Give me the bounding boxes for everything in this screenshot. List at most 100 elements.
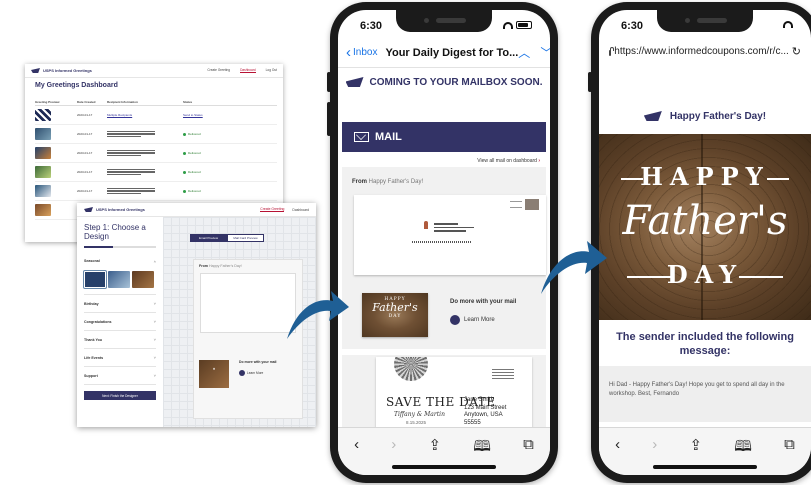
- back-to-inbox[interactable]: ‹ Inbox: [346, 44, 377, 61]
- category-congratulations[interactable]: Congratulations ˅: [84, 313, 156, 331]
- greeting-thumbnail[interactable]: [35, 166, 51, 178]
- wifi-icon: [503, 21, 513, 29]
- category-label: Support: [84, 373, 98, 378]
- tab-email-preview[interactable]: Email Preview: [190, 234, 227, 242]
- dashboard-brand: USPS Informed Greetings: [43, 68, 92, 73]
- url-text[interactable]: https://www.informedcoupons.com/r/c...: [614, 46, 789, 57]
- design-thumbnail[interactable]: [108, 271, 130, 288]
- category-seasonal[interactable]: Seasonal ˄: [84, 255, 156, 267]
- nav-create-greeting[interactable]: Create Greeting: [207, 68, 230, 73]
- row-status[interactable]: Send to Status: [183, 113, 277, 117]
- phone-email-digest: 6:30 ‹ Inbox Your Daily Digest for To... …: [327, 2, 558, 483]
- share-icon[interactable]: ⇪: [690, 436, 703, 475]
- col-preview: Greeting Preview: [35, 99, 60, 104]
- fathers-day-card-hero: HAPPY Father's DAY: [599, 134, 811, 320]
- greeting-thumbnail[interactable]: [35, 109, 51, 121]
- col-recipient: Recipient Information: [107, 99, 138, 104]
- design-thumbnail[interactable]: [132, 271, 154, 288]
- greeting-thumbnail[interactable]: [35, 128, 51, 140]
- row-recipient[interactable]: Multiple Recipients: [107, 113, 183, 117]
- nav-dashboard[interactable]: Dashboard: [240, 68, 256, 73]
- mail-digest: From Happy Father's Day! HAPPY Father's …: [342, 167, 546, 447]
- category-life-events[interactable]: Life Events ˅: [84, 349, 156, 367]
- chevron-right-icon: ›: [538, 158, 540, 164]
- nav-create-greeting[interactable]: Create Greeting: [260, 207, 285, 212]
- greeting-thumbnail[interactable]: [35, 185, 51, 197]
- greeting-thumbnail[interactable]: [35, 147, 51, 159]
- mailpiece-image[interactable]: [354, 195, 546, 275]
- table-row[interactable]: 2023-01-17 Delivered: [35, 163, 277, 182]
- preview-tabs: Email Preview Mail Card Preview: [190, 234, 264, 242]
- chevron-up-icon[interactable]: ︿: [518, 44, 530, 61]
- share-icon[interactable]: ⇪: [429, 436, 442, 475]
- arrow-icon: [287, 291, 349, 339]
- design-chooser-screenshot: USPS Informed Greetings Create Greeting …: [77, 203, 316, 427]
- nav-dashboard[interactable]: Dashboard: [292, 208, 309, 212]
- col-status: Status: [183, 99, 193, 104]
- table-row[interactable]: 2023-01-17 Delivered: [35, 182, 277, 201]
- phone-notch: [396, 10, 492, 32]
- designer-header: USPS Informed Greetings Create Greeting …: [77, 203, 316, 217]
- phone-side-button: [588, 72, 592, 92]
- step-title: Step 1: Choose a Design: [84, 223, 146, 241]
- category-label: Thank You: [84, 337, 103, 342]
- category-birthday[interactable]: Birthday ˅: [84, 295, 156, 313]
- battery-icon: [516, 21, 532, 29]
- wifi-icon: [783, 21, 793, 28]
- step-progress-bar: [84, 246, 156, 248]
- url-bar[interactable]: https://www.informedcoupons.com/r/c... ↻: [599, 38, 811, 64]
- usps-logo-icon: [239, 370, 245, 376]
- greeting-thumbnail[interactable]: [35, 204, 51, 216]
- sender-message-heading: The sender included the following messag…: [616, 331, 794, 357]
- reload-icon[interactable]: ↻: [792, 45, 801, 58]
- from-line: From Happy Father's Day!: [352, 179, 424, 185]
- row-status: Delivered: [183, 170, 277, 174]
- nav-log-out[interactable]: Log Out: [266, 68, 277, 73]
- row-status: Delivered: [183, 132, 277, 136]
- tabs-icon[interactable]: ⧉: [784, 436, 795, 475]
- flow-arrow-1: [287, 291, 349, 339]
- back-arrow-icon[interactable]: ‹: [354, 436, 359, 475]
- col-date: Date Created: [77, 99, 96, 104]
- usps-eagle-icon: [345, 77, 364, 87]
- greetings-table: Greeting Preview Date Created Recipient …: [35, 98, 277, 220]
- chevron-down-icon[interactable]: ﹀: [540, 44, 550, 61]
- design-thumbnail[interactable]: [83, 270, 107, 289]
- row-date: 2023-01-17: [77, 151, 93, 155]
- table-row[interactable]: 2023-01-17 Multiple Recipients Send to S…: [35, 106, 277, 125]
- row-status: Delivered: [183, 189, 277, 193]
- usps-eagle-icon: [31, 68, 40, 73]
- table-row[interactable]: 2023-01-17 Delivered: [35, 125, 277, 144]
- hero-line-1: HAPPY: [640, 162, 770, 191]
- phone-side-button: [327, 102, 331, 136]
- dashboard-nav: Create Greeting Dashboard Log Out: [207, 68, 277, 73]
- next-button[interactable]: Next: Finish the Designer: [84, 391, 156, 400]
- forward-arrow-icon[interactable]: ›: [391, 436, 396, 475]
- learn-more-link[interactable]: Learn More: [239, 370, 263, 376]
- delivered-dot-icon: [183, 151, 186, 155]
- tabs-icon[interactable]: ⧉: [523, 436, 534, 475]
- chevron-down-icon: ˅: [153, 373, 156, 378]
- table-header: Greeting Preview Date Created Recipient …: [35, 98, 277, 106]
- do-more-label: Do more with your mail: [239, 360, 277, 364]
- from-line: From Happy Father's Day!: [199, 264, 242, 268]
- flow-arrow-2: [541, 241, 607, 294]
- book-icon[interactable]: 🕮: [734, 436, 752, 475]
- forward-arrow-icon[interactable]: ›: [652, 436, 657, 475]
- book-icon[interactable]: 🕮: [473, 436, 491, 475]
- tab-mail-card-preview[interactable]: Mail Card Preview: [227, 234, 264, 242]
- category-thank-you[interactable]: Thank You ˅: [84, 331, 156, 349]
- fathers-day-card-image[interactable]: HAPPY Father's DAY: [362, 293, 428, 337]
- back-arrow-icon[interactable]: ‹: [615, 436, 620, 475]
- phone-screen: 6:30 ‹ Inbox Your Daily Digest for To... …: [338, 10, 550, 475]
- card-thumbnail: ♦: [199, 360, 229, 388]
- view-all-link[interactable]: View all mail on dashboard ›: [477, 158, 540, 164]
- table-row[interactable]: 2023-01-17 Delivered: [35, 144, 277, 163]
- system-icons: [783, 21, 793, 28]
- lock-icon: [609, 46, 615, 56]
- envelope-preview: [200, 273, 296, 333]
- usps-eagle-icon: [643, 111, 662, 121]
- category-support[interactable]: Support ˅: [84, 367, 156, 385]
- learn-more-link[interactable]: Learn More: [450, 315, 495, 325]
- chevron-down-icon: ˅: [153, 355, 156, 360]
